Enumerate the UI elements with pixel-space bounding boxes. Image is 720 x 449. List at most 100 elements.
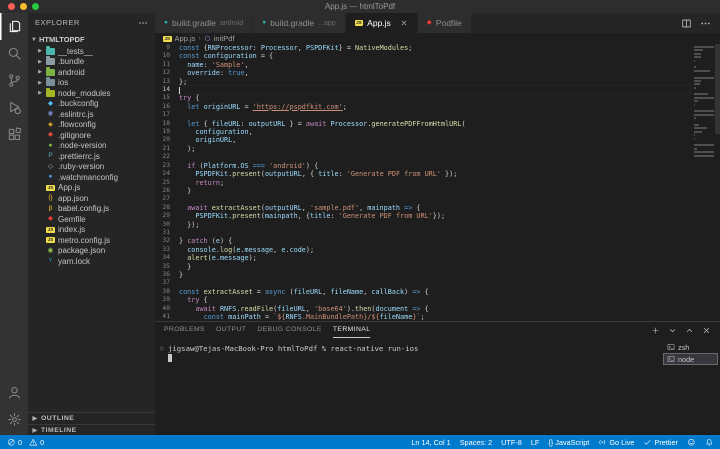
status-warnings[interactable]: 0 xyxy=(29,438,44,447)
code-line-36[interactable]: 36} xyxy=(155,271,690,279)
terminal-output[interactable]: ○ jigsaw@Tejas-MacBook-Pro htmlToPdf % r… xyxy=(155,338,663,435)
code-line-37[interactable]: 37 xyxy=(155,279,690,287)
status-encoding[interactable]: UTF-8 xyxy=(501,438,522,447)
minimap[interactable] xyxy=(694,46,714,158)
code-line-25[interactable]: 25 return; xyxy=(155,179,690,187)
breadcrumb[interactable]: JS App.js › initPdf xyxy=(155,33,720,44)
tree-item--prettierrc-js[interactable]: P .prettierrc.js xyxy=(28,151,155,162)
breadcrumb-symbol[interactable]: initPdf xyxy=(214,34,235,43)
code-line-14[interactable]: 14 xyxy=(155,86,690,94)
tree-item-app-js[interactable]: JS App.js xyxy=(28,183,155,194)
minimize-window-button[interactable] xyxy=(20,3,27,10)
code-line-10[interactable]: 10 const configuration = { xyxy=(155,52,690,60)
maximize-panel-icon[interactable] xyxy=(685,326,694,335)
code-line-29[interactable]: 29 PSPDFKit.present(mainpath, {title: 'G… xyxy=(155,212,690,220)
code-line-17[interactable]: 17 xyxy=(155,111,690,119)
editor-scrollbar[interactable] xyxy=(715,44,720,134)
tree-item-ios[interactable]: ▶ ios xyxy=(28,77,155,89)
code-line-38[interactable]: 38 const extractAsset = async (fileURL, f… xyxy=(155,288,690,296)
code-line-32[interactable]: 32} catch (e) { xyxy=(155,237,690,245)
panel-tab-output[interactable]: OUTPUT xyxy=(216,322,246,338)
tree-item-yarn-lock[interactable]: Yyarn.lock xyxy=(28,256,155,267)
tree-item-node-modules[interactable]: ▶ node_modules xyxy=(28,87,155,99)
code-line-27[interactable]: 27 xyxy=(155,195,690,203)
activity-item-extensions[interactable] xyxy=(0,121,28,148)
code-line-9[interactable]: 9 const {RNProcessor: Processor, PSPDFKit… xyxy=(155,44,690,52)
code-line-33[interactable]: 33 console.log(e.message, e.code); xyxy=(155,246,690,254)
tree-item-babel-config-js[interactable]: β babel.config.js xyxy=(28,204,155,215)
status-eol[interactable]: LF xyxy=(531,438,540,447)
code-line-21[interactable]: 21 ); xyxy=(155,145,690,153)
code-line-24[interactable]: 24 PSPDFKit.present(outputURL, { title: … xyxy=(155,170,690,178)
tree-item--buckconfig[interactable]: ◆ .buckconfig xyxy=(28,99,155,110)
code-line-18[interactable]: 18 let { fileURL: outputURL } = await Pr… xyxy=(155,120,690,128)
code-line-30[interactable]: 30 }); xyxy=(155,221,690,229)
status-errors[interactable]: 0 xyxy=(7,438,22,447)
code-line-11[interactable]: 11 name: 'Sample', xyxy=(155,61,690,69)
tree-item-app-json[interactable]: {} app.json xyxy=(28,193,155,204)
tree-item-android[interactable]: ▶ android xyxy=(28,66,155,78)
code-line-34[interactable]: 34 alert(e.message); xyxy=(155,254,690,262)
code-line-23[interactable]: 23 if (Platform.OS === 'android') { xyxy=(155,162,690,170)
split-editor-icon[interactable] xyxy=(681,18,692,29)
code-line-16[interactable]: 16 let originURL = 'https://pspdfkit.com… xyxy=(155,103,690,111)
status-go-live[interactable]: Go Live xyxy=(598,438,634,447)
status-language-mode[interactable]: {} JavaScript xyxy=(548,438,589,447)
code-line-31[interactable]: 31 xyxy=(155,229,690,237)
code-line-28[interactable]: 28 await extractAsset(outputURL, 'sample… xyxy=(155,204,690,212)
window-controls[interactable] xyxy=(8,3,39,10)
code-line-35[interactable]: 35 } xyxy=(155,263,690,271)
activity-item-run-and-debug[interactable] xyxy=(0,94,28,121)
views-and-more-actions-icon[interactable] xyxy=(138,18,148,28)
tree-item-index-js[interactable]: JS index.js xyxy=(28,225,155,236)
code-line-15[interactable]: 15 try { xyxy=(155,94,690,102)
tree-item-metro-config-js[interactable]: JS metro.config.js xyxy=(28,235,155,246)
tree-item-gemfile[interactable]: ◆ Gemfile xyxy=(28,214,155,225)
outline-section[interactable]: ▶ OUTLINE xyxy=(28,413,155,424)
breadcrumb-file[interactable]: App.js xyxy=(175,34,196,43)
status-indentation[interactable]: Spaces: 2 xyxy=(460,438,492,447)
close-window-button[interactable] xyxy=(8,3,15,10)
new-terminal-icon[interactable] xyxy=(651,326,660,335)
terminal-instance-node[interactable]: node xyxy=(663,353,718,365)
close-tab-icon[interactable] xyxy=(400,19,408,27)
panel-tab-terminal[interactable]: TERMINAL xyxy=(332,322,371,338)
status-notifications[interactable] xyxy=(705,438,714,447)
close-panel-icon[interactable] xyxy=(702,326,711,335)
activity-item-search[interactable] xyxy=(0,40,28,67)
zoom-window-button[interactable] xyxy=(32,3,39,10)
tree-item--node-version[interactable]: ● .node-version xyxy=(28,141,155,152)
launch-profile-icon[interactable] xyxy=(668,326,677,335)
activity-item-source-control[interactable] xyxy=(0,67,28,94)
code-line-13[interactable]: 13}; xyxy=(155,78,690,86)
tree-item--eslintrc-js[interactable]: ◉ .eslintrc.js xyxy=(28,109,155,120)
code-line-19[interactable]: 19 configuration, xyxy=(155,128,690,136)
tab-podfile[interactable]: ◆ Podfile xyxy=(417,13,472,33)
tree-item--gitignore[interactable]: ◆ .gitignore xyxy=(28,130,155,141)
tree-item--ruby-version[interactable]: ◇ .ruby-version xyxy=(28,162,155,173)
activity-item-accounts[interactable] xyxy=(0,379,28,406)
panel-tab-debug-console[interactable]: DEBUG CONSOLE xyxy=(257,322,322,338)
code-line-40[interactable]: 40 await RNFS.readFile(fileURL, 'base64'… xyxy=(155,305,690,313)
tree-item-package-json[interactable]: ◉ package.json xyxy=(28,246,155,257)
code-editor[interactable]: 9 const {RNProcessor: Processor, PSPDFKit… xyxy=(155,44,720,321)
tree-item--bundle[interactable]: ▶ .bundle xyxy=(28,56,155,68)
tab-app-js[interactable]: JS App.js xyxy=(345,13,418,33)
activity-item-explorer[interactable] xyxy=(0,13,28,40)
code-line-41[interactable]: 41 const mainPath = `${RNFS.MainBundlePa… xyxy=(155,313,690,321)
code-line-39[interactable]: 39 try { xyxy=(155,296,690,304)
tree-item--watchmanconfig[interactable]: ● .watchmanconfig xyxy=(28,172,155,183)
code-line-22[interactable]: 22 xyxy=(155,153,690,161)
code-line-26[interactable]: 26 } xyxy=(155,187,690,195)
status-feedback[interactable] xyxy=(687,438,696,447)
status-cursor-position[interactable]: Ln 14, Col 1 xyxy=(411,438,450,447)
panel-tab-problems[interactable]: PROBLEMS xyxy=(164,322,205,338)
code-line-20[interactable]: 20 originURL, xyxy=(155,136,690,144)
terminal-instance-zsh[interactable]: zsh xyxy=(663,341,718,353)
timeline-section[interactable]: ▶ TIMELINE xyxy=(28,424,155,435)
tree-item--flowconfig[interactable]: ◈ .flowconfig xyxy=(28,120,155,131)
tab-build-gradle-app[interactable]: ● build.gradle ...app xyxy=(253,13,346,33)
tree-item--tests-[interactable]: ▶ __tests__ xyxy=(28,45,155,57)
tab-build-gradle-android[interactable]: ● build.gradle android xyxy=(155,13,254,33)
tree-root-folder[interactable]: ▼ HTMLTOPDF xyxy=(28,33,155,46)
